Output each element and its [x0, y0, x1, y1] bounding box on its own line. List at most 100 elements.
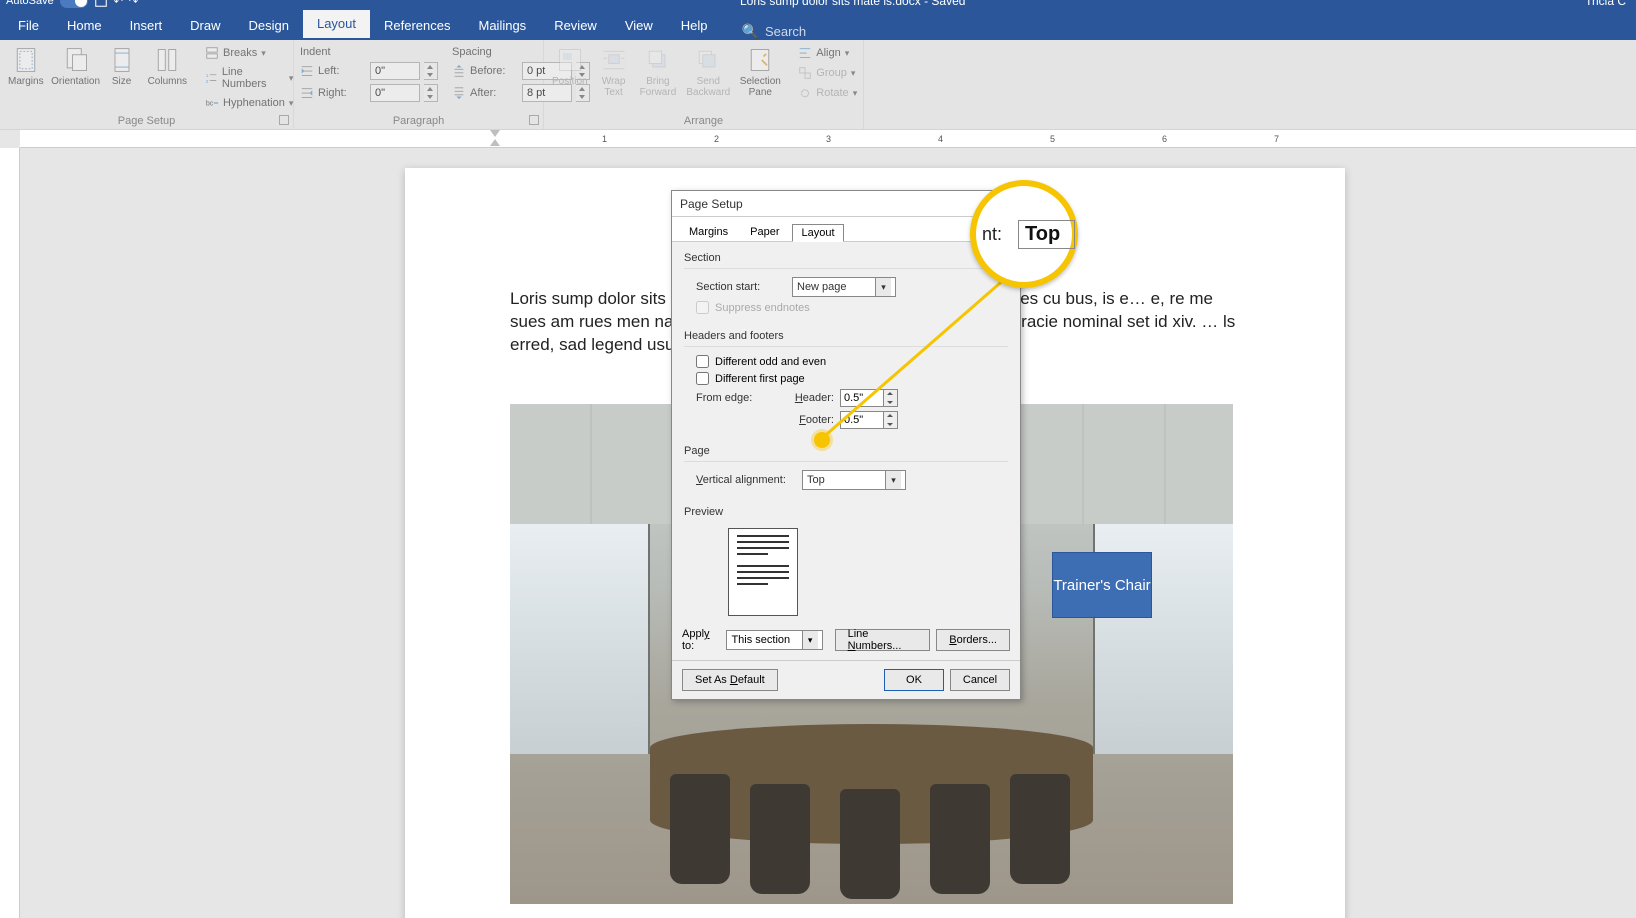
- indent-left-icon: [300, 64, 314, 78]
- line-numbers-button[interactable]: 12 Line Numbers▾: [201, 64, 297, 92]
- vertical-ruler[interactable]: [0, 148, 20, 918]
- autosave-label: AutoSave: [6, 0, 54, 7]
- dialog-title: Page Setup: [680, 197, 743, 211]
- group-button: Group▾: [794, 64, 861, 82]
- indent-right-field[interactable]: Right:: [300, 84, 438, 102]
- dialog-launcher-icon[interactable]: [279, 115, 289, 125]
- dialog-tab-layout[interactable]: Layout: [792, 224, 843, 242]
- columns-icon: [153, 46, 181, 74]
- account-name[interactable]: Tricia C: [1585, 0, 1626, 8]
- document-title: Loris sump dolor sits mate is.docx - Sav…: [740, 0, 965, 8]
- align-button[interactable]: Align▾: [794, 44, 861, 62]
- dialog-tab-margins[interactable]: Margins: [680, 223, 737, 241]
- breaks-icon: [205, 46, 219, 60]
- indent-left-input[interactable]: [370, 62, 420, 80]
- apply-to-label: Apply to:: [682, 628, 720, 652]
- section-start-label: Section start:: [696, 281, 786, 293]
- tab-design[interactable]: Design: [235, 12, 303, 40]
- columns-button[interactable]: Columns: [146, 44, 189, 112]
- tab-draw[interactable]: Draw: [176, 12, 234, 40]
- redo-icon[interactable]: ↷: [129, 0, 138, 8]
- group-paragraph: Indent Left: Right: Spacing: [294, 40, 544, 129]
- orientation-button[interactable]: Orientation: [54, 44, 98, 112]
- hyphenation-icon: bc: [205, 96, 219, 110]
- vertical-alignment-label: Vertical alignment:: [696, 474, 796, 486]
- tab-review[interactable]: Review: [540, 12, 611, 40]
- chevron-down-icon: ▾: [289, 98, 294, 109]
- orientation-icon: [62, 46, 90, 74]
- tab-references[interactable]: References: [370, 12, 464, 40]
- section-start-combo[interactable]: New page ▾: [792, 277, 896, 297]
- spinner-icon[interactable]: [884, 411, 898, 429]
- indent-left-field[interactable]: Left:: [300, 62, 438, 80]
- ok-button[interactable]: OK: [884, 669, 944, 691]
- spinner-icon[interactable]: [424, 62, 438, 80]
- svg-text:bc: bc: [206, 101, 214, 108]
- first-line-indent-marker[interactable]: [490, 130, 500, 146]
- indent-right-icon: [300, 86, 314, 100]
- annotation-dot-icon: [814, 432, 830, 448]
- dialog-titlebar[interactable]: Page Setup ?: [672, 191, 1020, 217]
- dialog-launcher-icon[interactable]: [529, 115, 539, 125]
- diff-odd-even-checkbox[interactable]: [696, 355, 709, 368]
- horizontal-ruler[interactable]: 1234567: [20, 130, 1636, 148]
- indent-right-input[interactable]: [370, 84, 420, 102]
- autosave-toggle[interactable]: AutoSave ↶ ↷: [6, 0, 138, 8]
- bring-forward-button: Bring Forward: [638, 44, 679, 102]
- headers-footers-heading: Headers and footers: [684, 326, 1008, 346]
- tab-insert[interactable]: Insert: [116, 12, 177, 40]
- spinner-icon[interactable]: [424, 84, 438, 102]
- tab-mailings[interactable]: Mailings: [465, 12, 541, 40]
- tab-home[interactable]: Home: [53, 12, 116, 40]
- position-button: Position: [550, 44, 590, 102]
- search-placeholder: Search: [765, 24, 806, 39]
- save-icon[interactable]: [94, 0, 108, 8]
- tab-file[interactable]: File: [4, 12, 53, 40]
- diff-first-page-checkbox[interactable]: [696, 372, 709, 385]
- group-arrange: Position Wrap Text Bring Forward Send Ba…: [544, 40, 864, 129]
- header-label: Header:: [786, 392, 834, 404]
- title-bar: AutoSave ↶ ↷ Loris sump dolor sits mate …: [0, 0, 1636, 10]
- page-heading: Page: [684, 441, 1008, 461]
- margins-button[interactable]: Margins: [6, 44, 46, 112]
- vertical-alignment-combo[interactable]: Top ▾: [802, 470, 906, 490]
- dialog-tabs: Margins Paper Layout: [672, 217, 1020, 242]
- suppress-endnotes-label: Suppress endnotes: [715, 302, 810, 314]
- set-as-default-button[interactable]: Set As Default: [682, 669, 778, 691]
- tell-me-search[interactable]: 🔍 Search: [742, 23, 807, 40]
- ruler-tick: 4: [938, 134, 943, 144]
- tab-layout[interactable]: Layout: [303, 10, 370, 40]
- ribbon-tabs: File Home Insert Draw Design Layout Refe…: [0, 10, 1636, 40]
- chevron-down-icon[interactable]: ▾: [802, 631, 818, 649]
- tab-view[interactable]: View: [611, 12, 667, 40]
- breaks-button[interactable]: Breaks▾: [201, 44, 297, 62]
- hyphenation-button[interactable]: bc Hyphenation▾: [201, 94, 297, 112]
- group-label: Page Setup: [0, 115, 293, 127]
- header-spin[interactable]: [840, 389, 898, 407]
- tab-help[interactable]: Help: [667, 12, 722, 40]
- cancel-button[interactable]: Cancel: [950, 669, 1010, 691]
- callout-shape[interactable]: Trainer's Chair: [1052, 552, 1152, 618]
- rotate-button: Rotate▾: [794, 84, 861, 102]
- chevron-down-icon[interactable]: ▾: [885, 471, 901, 489]
- size-button[interactable]: Size: [106, 44, 138, 112]
- magnifier-label-fragment: nt:: [982, 224, 1002, 245]
- chevron-down-icon: ▾: [289, 73, 294, 84]
- toggle-switch-icon[interactable]: [60, 0, 88, 8]
- selection-pane-icon: [746, 46, 774, 74]
- footer-spin[interactable]: [840, 411, 898, 429]
- borders-dialog-button[interactable]: Borders...: [936, 629, 1010, 651]
- chevron-down-icon[interactable]: ▾: [875, 278, 891, 296]
- selection-pane-button[interactable]: Selection Pane: [738, 44, 782, 102]
- line-numbers-dialog-button[interactable]: Line Numbers...: [835, 629, 931, 651]
- ruler-tick: 2: [714, 134, 719, 144]
- undo-icon[interactable]: ↶: [114, 0, 123, 8]
- spacing-before-icon: [452, 64, 466, 78]
- bring-forward-icon: [644, 46, 672, 74]
- ruler-tick: 1: [602, 134, 607, 144]
- svg-text:1: 1: [206, 73, 209, 79]
- send-backward-button: Send Backward: [686, 44, 730, 102]
- apply-to-combo[interactable]: This section ▾: [726, 630, 822, 650]
- spinner-icon[interactable]: [884, 389, 898, 407]
- dialog-tab-paper[interactable]: Paper: [741, 223, 788, 241]
